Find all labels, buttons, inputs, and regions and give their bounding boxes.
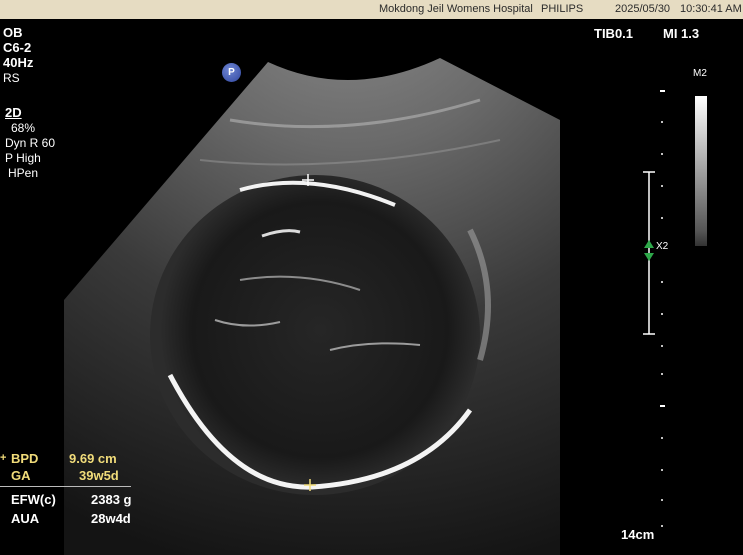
measurement-divider: [0, 486, 131, 487]
grayscale-map-label: M2: [693, 68, 707, 79]
bpd-label: BPD: [11, 451, 39, 466]
aua-label: AUA: [11, 511, 40, 526]
ga-label: GA: [11, 468, 31, 483]
bpd-value: 9.69 cm: [69, 451, 117, 466]
zoom-label: X2: [656, 241, 669, 252]
efw-label: EFW(c): [11, 492, 56, 507]
probe-label: C6-2: [3, 40, 32, 55]
grayscale-bar: [695, 96, 707, 246]
efw-value: 2383 g: [91, 492, 132, 507]
depth-scale: [660, 90, 665, 527]
bpd-marker-icon: +: [0, 452, 7, 464]
p-badge-icon: P: [222, 63, 241, 82]
depth-label: 14cm: [621, 527, 655, 542]
aua-value: 28w4d: [91, 511, 131, 526]
harmonics-label: HPen: [8, 166, 39, 180]
mode-2d-label: 2D: [5, 105, 22, 120]
ga-value: 39w5d: [79, 468, 119, 483]
rs-label: RS: [3, 71, 20, 85]
frame-rate: 40Hz: [3, 55, 34, 70]
dynamic-range: Dyn R 60: [5, 136, 56, 150]
preset-label: OB: [3, 25, 23, 40]
power-label: P High: [5, 151, 41, 165]
mi-index: MI 1.3: [663, 26, 700, 41]
tib-index: TIB0.1: [594, 26, 634, 41]
gain-value: 68%: [11, 121, 36, 135]
